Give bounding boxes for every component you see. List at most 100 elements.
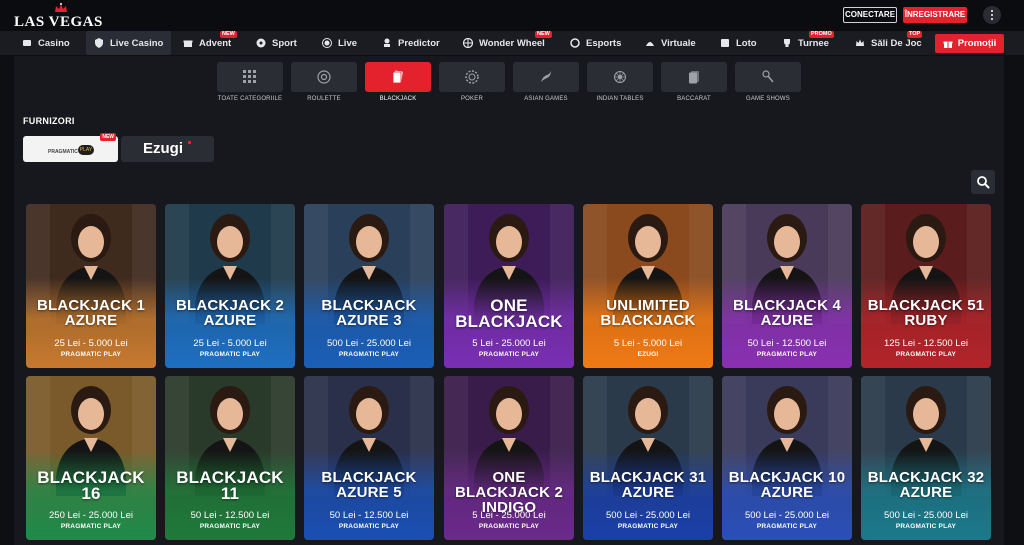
nav-sport[interactable]: Sport — [256, 31, 297, 55]
register-button[interactable]: ÎNREGISTRARE — [903, 7, 967, 23]
game-limits: 5 Lei - 25.000 Lei — [472, 338, 546, 349]
game-card[interactable]: BLACKJACK 16 250 Lei - 25.000 Lei PRAGMATI… — [26, 376, 156, 540]
providers-title: FURNIZORI — [23, 116, 75, 126]
game-card[interactable]: BLACKJACK 1 AZURE 25 Lei - 5.000 Lei PRAGM… — [26, 204, 156, 368]
nav-label: Live — [338, 37, 358, 49]
poker-chip-icon — [465, 70, 479, 84]
game-card[interactable]: ONE BLACKJACK 5 Lei - 25.000 Lei PRAGMATIC… — [444, 204, 574, 368]
category-all[interactable]: TOATE CATEGORIILE — [217, 62, 283, 102]
game-card[interactable]: BLACKJACK 51 RUBY 125 Lei - 12.500 Lei PRA… — [861, 204, 991, 368]
game-title: UNLIMITED BLACKJACK — [600, 297, 696, 329]
nav-turnee[interactable]: Turnee PROMO — [782, 31, 834, 55]
login-button[interactable]: CONECTARE — [843, 7, 897, 23]
game-provider: PRAGMATIC PLAY — [478, 523, 540, 530]
nav-label: Live Casino — [110, 37, 164, 49]
shield-icon — [95, 38, 103, 48]
game-card[interactable]: ONE BLACKJACK 2 INDIGO 5 Lei - 25.000 Lei… — [444, 376, 574, 540]
game-card[interactable]: BLACKJACK 2 AZURE 25 Lei - 5.000 Lei PRAGM… — [165, 204, 295, 368]
roulette-icon — [317, 70, 331, 84]
game-provider: PRAGMATIC PLAY — [756, 523, 818, 530]
nav-predictor[interactable]: Predictor — [382, 31, 440, 55]
new-badge: NEW — [220, 31, 237, 38]
promo-badge: PROMO — [809, 31, 834, 38]
more-vertical-icon[interactable] — [983, 6, 1001, 24]
category-poker[interactable]: POKER — [439, 62, 505, 102]
nav-label: Loto — [736, 37, 757, 49]
lotto-icon — [721, 39, 729, 47]
nav-wonder-wheel[interactable]: Wonder Wheel NEW — [463, 31, 552, 55]
category-roulette[interactable]: ROULETTE — [291, 62, 357, 102]
grid-icon — [243, 70, 256, 83]
category-label: TOATE CATEGORIILE — [217, 96, 283, 102]
game-card[interactable]: BLACKJACK AZURE 3 500 Lei - 25.000 Lei PRA… — [304, 204, 434, 368]
nav-casino[interactable]: Casino — [22, 31, 70, 55]
category-asian-games[interactable]: ASIAN GAMES — [513, 62, 579, 102]
nav-loto[interactable]: Loto — [720, 31, 757, 55]
mandala-icon — [614, 71, 626, 83]
cards-stack-icon — [689, 71, 699, 84]
category-label: ROULETTE — [307, 96, 341, 102]
category-label: GAME SHOWS — [745, 96, 790, 102]
nav-sali-de-joc[interactable]: Săli De Joc TOP — [855, 31, 923, 55]
game-provider: PRAGMATIC PLAY — [60, 523, 122, 530]
gift-icon — [943, 41, 953, 48]
esports-icon — [570, 38, 580, 48]
logo[interactable]: LAS VEGAS — [14, 3, 104, 30]
game-limits: 125 Lei - 12.500 Lei — [884, 338, 968, 349]
game-provider: PRAGMATIC PLAY — [199, 523, 261, 530]
crown-icon — [856, 39, 864, 46]
nav-advent[interactable]: Advent NEW — [183, 31, 237, 55]
game-card[interactable]: BLACKJACK 11 50 Lei - 12.500 Lei PRAGMATIC… — [165, 376, 295, 540]
wheel-icon — [463, 38, 473, 48]
game-card[interactable]: BLACKJACK AZURE 5 50 Lei - 12.500 Lei PRAG… — [304, 376, 434, 540]
provider-pragmatic-play[interactable]: PRAGMATIC PLAY PLAY NEW — [23, 133, 118, 162]
game-provider: PRAGMATIC PLAY — [199, 351, 261, 358]
game-limits: 500 Lei - 25.000 Lei — [745, 510, 829, 521]
nav-label: Sport — [272, 37, 297, 49]
category-game-shows[interactable]: GAME SHOWS — [735, 62, 801, 102]
game-limits: 500 Lei - 25.000 Lei — [884, 510, 968, 521]
game-provider: EZUGI — [637, 351, 659, 358]
nav-esports[interactable]: Esports — [570, 31, 621, 55]
game-limits: 5 Lei - 25.000 Lei — [472, 510, 546, 521]
nav-label: Turnee — [798, 37, 829, 49]
logo-text: LAS VEGAS — [14, 14, 103, 30]
predictor-icon — [384, 38, 390, 47]
game-provider: PRAGMATIC PLAY — [338, 351, 400, 358]
nav-label: Esports — [586, 37, 622, 49]
game-card[interactable]: BLACKJACK 4 AZURE 50 Lei - 12.500 Lei PRAG… — [722, 204, 852, 368]
game-card[interactable]: BLACKJACK 10 AZURE 500 Lei - 25.000 Lei PR… — [722, 376, 852, 540]
game-limits: 250 Lei - 25.000 Lei — [49, 510, 133, 521]
nav-virtuale[interactable]: Virtuale — [645, 31, 696, 55]
provider-play-mark: PLAY — [78, 145, 94, 155]
nav-label: Promoții — [957, 38, 997, 49]
category-label: POKER — [460, 96, 483, 102]
nav-live[interactable]: Live — [322, 31, 357, 55]
nav-promotii[interactable]: Promoții — [935, 34, 1004, 53]
category-label: ASIAN GAMES — [524, 96, 568, 102]
category-baccarat[interactable]: BACCARAT — [661, 62, 727, 102]
live-casino-panel: TOATE CATEGORIILE ROULETTE BLACKJACK POK… — [14, 56, 1004, 545]
game-card[interactable]: BLACKJACK 32 AZURE 500 Lei - 25.000 Lei PR… — [861, 376, 991, 540]
game-provider: PRAGMATIC PLAY — [338, 523, 400, 530]
game-card[interactable]: UNLIMITED BLACKJACK 5 Lei - 5.000 Lei EZUG… — [583, 204, 713, 368]
top-badge: TOP — [907, 31, 923, 38]
nav-live-casino[interactable]: Live Casino — [86, 31, 172, 55]
search-button[interactable] — [971, 170, 995, 194]
game-provider: PRAGMATIC PLAY — [60, 351, 122, 358]
top-header: LAS VEGAS CONECTARE ÎNREGISTRARE — [0, 0, 1024, 31]
game-provider: PRAGMATIC PLAY — [895, 351, 957, 358]
game-card[interactable]: BLACKJACK 31 AZURE 500 Lei - 25.000 Lei PR… — [583, 376, 713, 540]
ezugi-dot — [188, 141, 191, 144]
game-provider: PRAGMATIC PLAY — [617, 523, 679, 530]
game-title: BLACKJACK 10 AZURE — [728, 469, 846, 501]
search-icon — [977, 176, 990, 189]
provider-ezugi[interactable]: Ezugi — [121, 136, 214, 162]
category-blackjack[interactable]: BLACKJACK — [365, 62, 431, 102]
game-provider: PRAGMATIC PLAY — [895, 523, 957, 530]
category-indian-tables[interactable]: INDIAN TABLES — [587, 62, 653, 102]
new-badge: NEW — [100, 133, 116, 141]
virtual-icon — [646, 42, 654, 46]
nav-label: Virtuale — [661, 37, 696, 49]
game-limits: 500 Lei - 25.000 Lei — [606, 510, 690, 521]
